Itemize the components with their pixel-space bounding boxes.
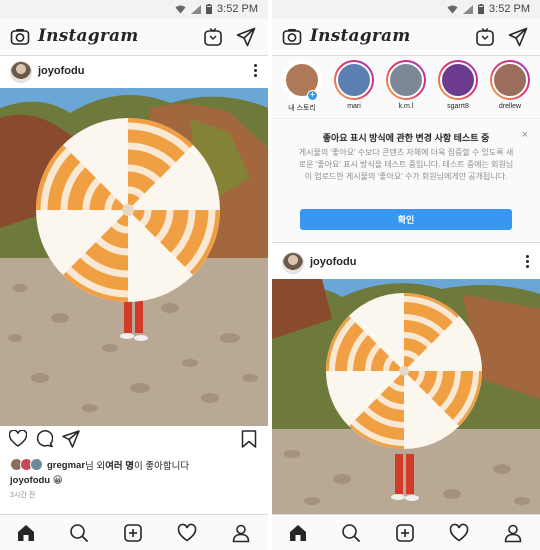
search-icon[interactable]: [341, 523, 361, 543]
activity-heart-icon[interactable]: [449, 523, 469, 543]
caption-emoji: 😀: [52, 475, 63, 486]
igtv-icon[interactable]: [475, 27, 495, 47]
notice-title: 좋아요 표시 방식에 관한 변경 사항 테스트 중: [322, 133, 490, 143]
likes-suffix: 이 좋아합니다: [134, 461, 190, 472]
stories-tray: + 내 스토리 mari k.m.l sgarrt8 drellew: [272, 56, 540, 118]
new-post-icon[interactable]: [395, 523, 415, 543]
likes-test-notice: × 좋아요 표시 방식에 관한 변경 사항 테스트 중 게시물의 '좋아요' 수…: [272, 118, 540, 243]
story-label: drellew: [498, 103, 522, 110]
post-username[interactable]: joyofodu: [38, 65, 84, 77]
story-ring: [438, 60, 478, 100]
liker-avatars: [10, 458, 44, 472]
caption-username[interactable]: joyofodu: [10, 475, 50, 486]
signal-icon: [191, 4, 202, 14]
avatar[interactable]: [282, 252, 304, 274]
activity-heart-icon[interactable]: [177, 523, 197, 543]
likes-others[interactable]: 여러 명: [105, 458, 134, 472]
umbrella-photo-image: [0, 88, 268, 426]
instagram-logo: Instagram: [38, 26, 139, 46]
status-bar: 3:52 PM: [272, 0, 540, 18]
post-actions: [0, 428, 268, 454]
avatar: [336, 62, 372, 98]
wifi-icon: [175, 5, 186, 13]
home-icon[interactable]: [16, 523, 36, 543]
status-bar: 3:52 PM: [0, 0, 268, 18]
share-icon[interactable]: [62, 430, 80, 448]
top-nav: Instagram: [272, 18, 540, 56]
avatar: [388, 62, 424, 98]
post-header: joyofodu: [272, 247, 540, 279]
direct-message-icon[interactable]: [236, 27, 256, 47]
likes-connector: 님 외: [85, 461, 106, 472]
avatar: [30, 458, 43, 471]
story-item-sgarrt8[interactable]: sgarrt8: [432, 60, 484, 110]
battery-icon: [206, 4, 213, 14]
story-label: k.m.l: [398, 103, 414, 110]
more-options-icon[interactable]: [254, 64, 258, 78]
liker-username[interactable]: gregmar: [47, 460, 85, 471]
post-header: joyofodu: [0, 56, 268, 88]
avatar: [440, 62, 476, 98]
clock-time: 3:52 PM: [217, 3, 258, 15]
bookmark-icon[interactable]: [241, 430, 257, 448]
new-post-icon[interactable]: [123, 523, 143, 543]
igtv-icon[interactable]: [203, 27, 223, 47]
umbrella-photo-image: [272, 279, 540, 514]
signal-icon: [463, 4, 474, 14]
story-item-own[interactable]: + 내 스토리: [276, 60, 328, 113]
post-timestamp: 3시간 전: [10, 492, 36, 499]
feed-screen-right: 3:52 PM Instagram + 내 스토리 mari k.m.l sga…: [272, 0, 540, 550]
confirm-button[interactable]: 확인: [300, 209, 512, 230]
likes-summary[interactable]: gregmar 님 외 여러 명 이 좋아합니다: [10, 457, 189, 473]
bottom-nav: [272, 514, 540, 550]
post-caption: joyofodu 😀: [10, 475, 63, 486]
avatar[interactable]: [10, 61, 32, 83]
home-icon[interactable]: [288, 523, 308, 543]
comment-icon[interactable]: [35, 430, 53, 448]
search-icon[interactable]: [69, 523, 89, 543]
avatar: [492, 62, 528, 98]
story-ring: [490, 60, 530, 100]
story-label: mari: [347, 103, 361, 110]
story-label: sgarrt8: [447, 103, 469, 110]
story-item-kml[interactable]: k.m.l: [380, 60, 432, 110]
profile-icon[interactable]: [231, 523, 251, 543]
feed-screen-left: 3:52 PM Instagram joyofodu gregmar 님 외 여…: [0, 0, 268, 550]
story-item-mari[interactable]: mari: [328, 60, 380, 110]
post-username[interactable]: joyofodu: [310, 256, 356, 268]
post-photo[interactable]: [0, 88, 268, 426]
top-nav: Instagram: [0, 18, 268, 56]
heart-icon[interactable]: [9, 430, 27, 448]
camera-icon[interactable]: [10, 27, 30, 47]
more-options-icon[interactable]: [526, 255, 530, 269]
bottom-nav: [0, 514, 268, 550]
battery-icon: [478, 4, 485, 14]
instagram-logo: Instagram: [310, 26, 411, 46]
profile-icon[interactable]: [503, 523, 523, 543]
notice-body: 게시물의 '좋아요' 수보다 콘텐츠 자체에 더욱 집중할 수 있도록 새로운 …: [298, 148, 514, 181]
story-ring: [386, 60, 426, 100]
direct-message-icon[interactable]: [508, 27, 528, 47]
story-label: 내 스토리: [288, 105, 316, 112]
clock-time: 3:52 PM: [489, 3, 530, 15]
story-ring: [334, 60, 374, 100]
add-story-icon[interactable]: +: [307, 90, 318, 101]
wifi-icon: [447, 5, 458, 13]
post-photo[interactable]: [272, 279, 540, 514]
camera-icon[interactable]: [282, 27, 302, 47]
story-item-drellew[interactable]: drellew: [484, 60, 536, 110]
